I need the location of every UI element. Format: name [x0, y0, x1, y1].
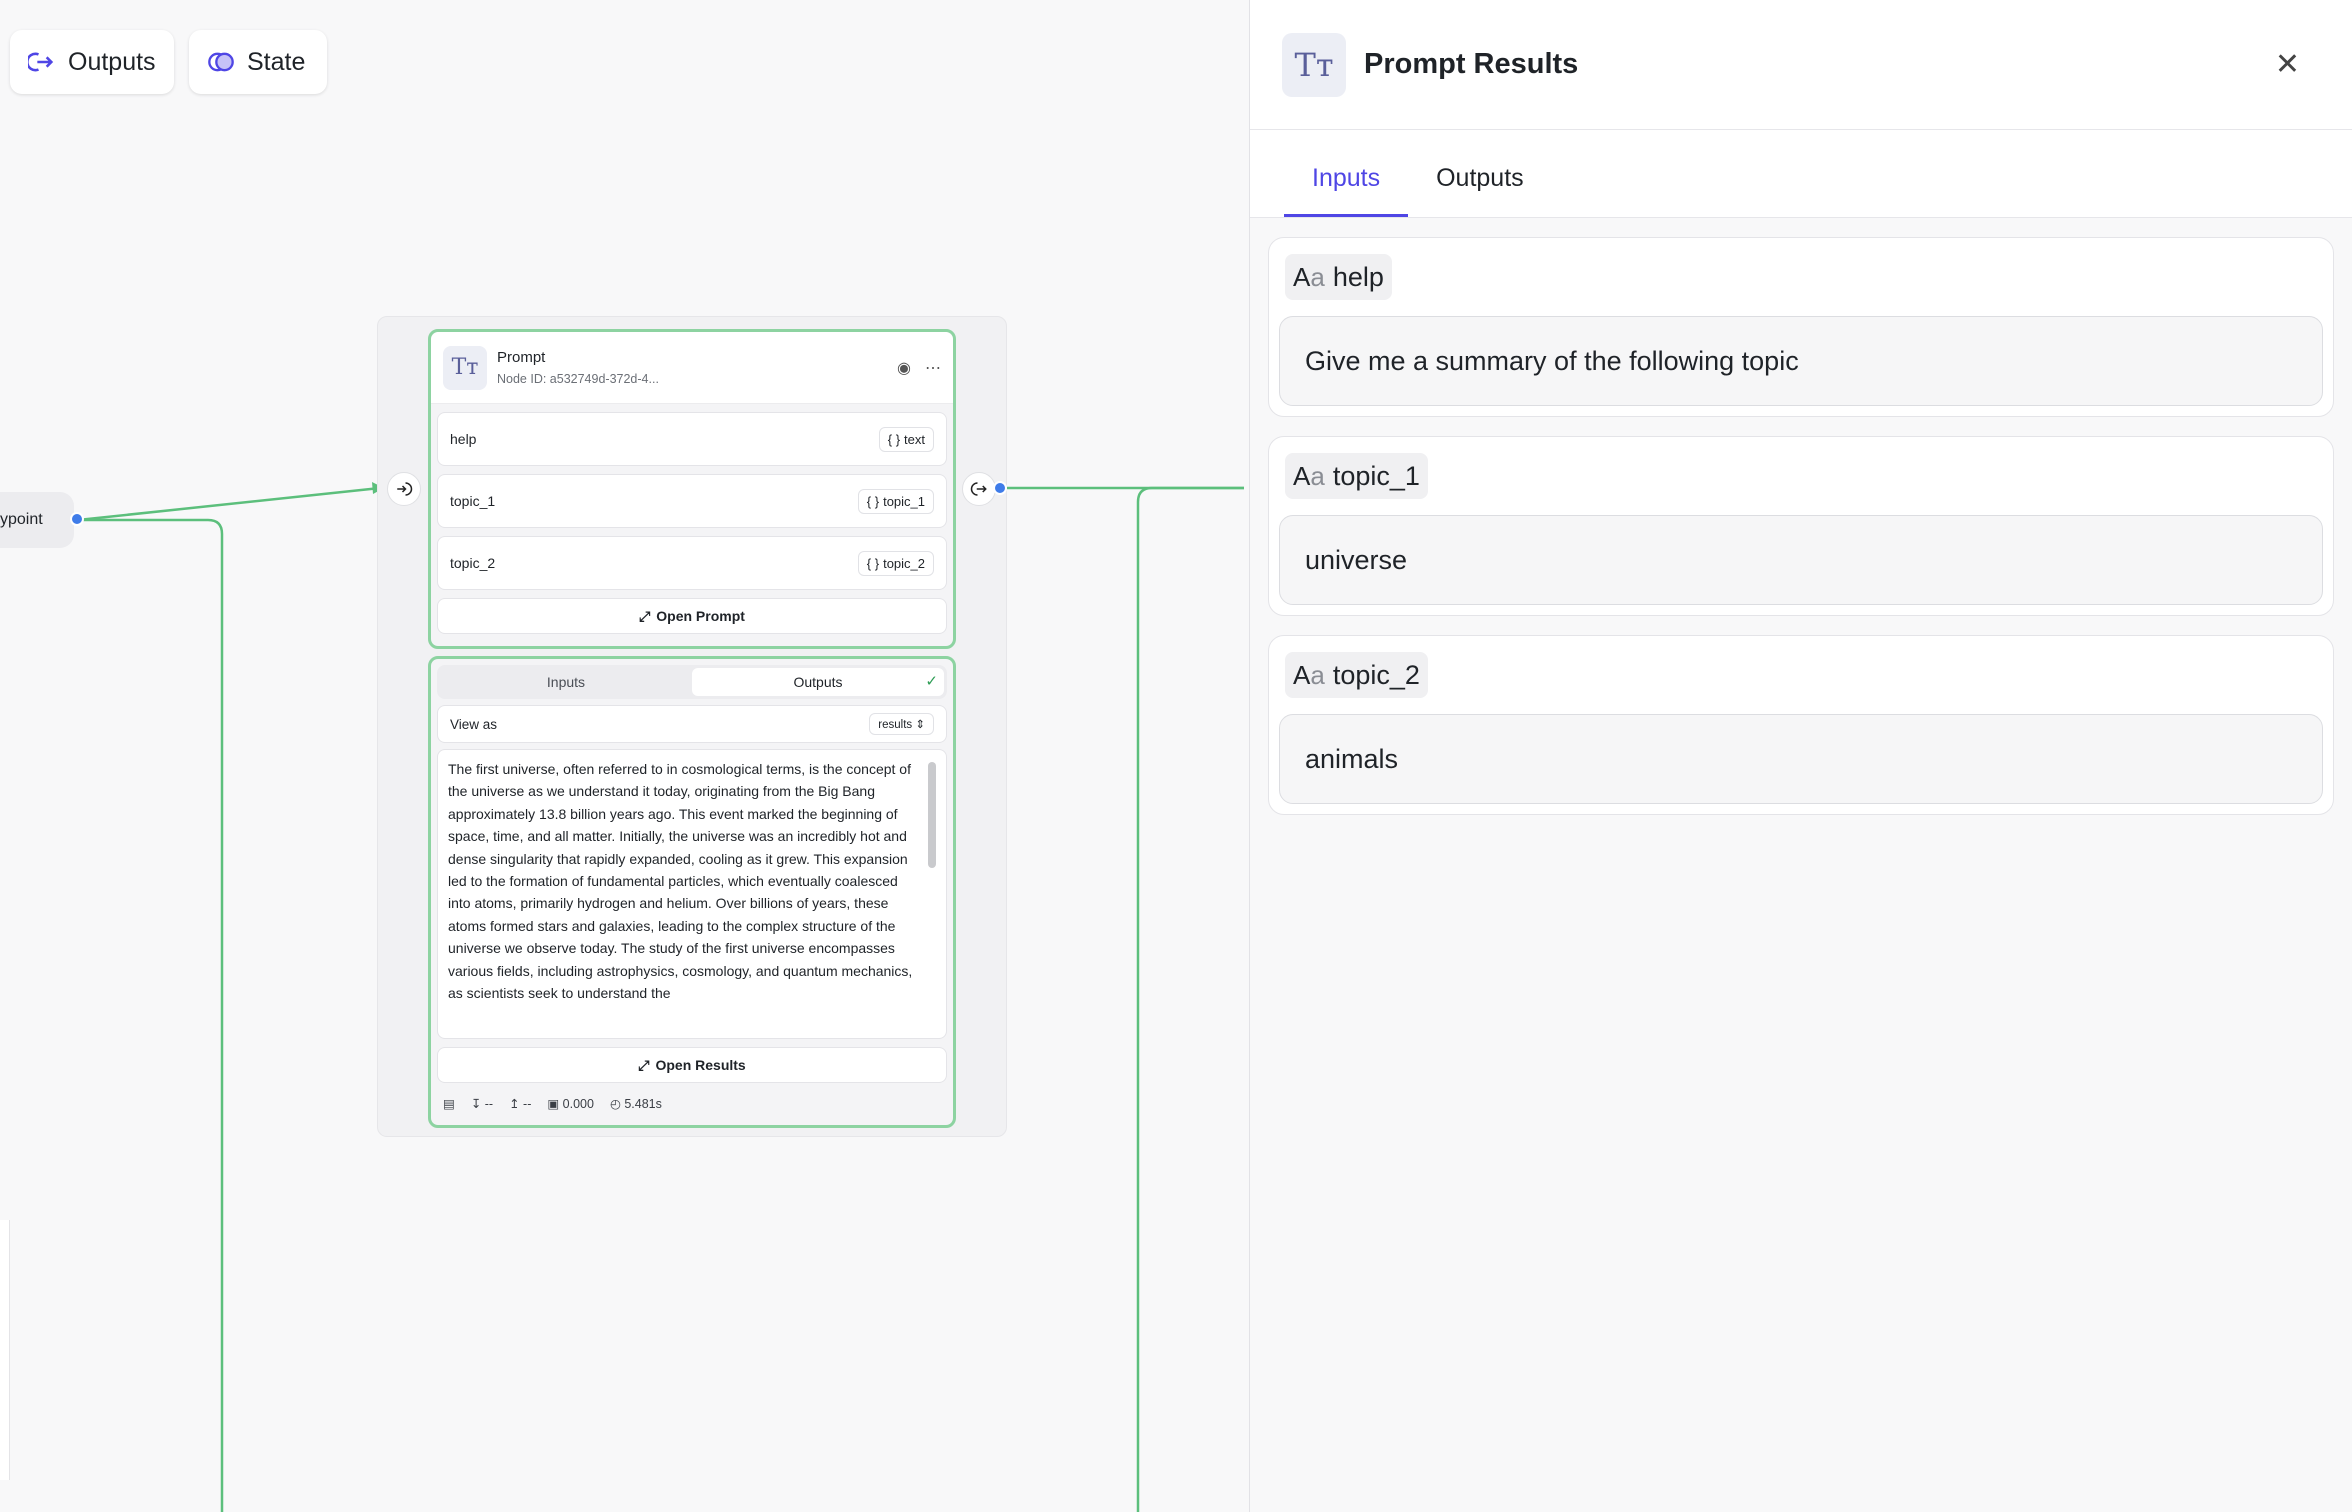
param-name: help [450, 431, 477, 447]
open-results-button[interactable]: ⤢ Open Results [437, 1047, 947, 1083]
enter-icon [397, 482, 413, 496]
result-text-box[interactable]: The first universe, often referred to in… [437, 749, 947, 1039]
field-label: Aa topic_2 [1285, 652, 1428, 698]
input-field-card: Aa help Give me a summary of the followi… [1268, 237, 2334, 417]
prompt-node[interactable]: Tт Prompt Node ID: a532749d-372d-4... ◉ … [428, 329, 956, 649]
expand-icon: ⤢ [638, 1056, 650, 1073]
tokens-out-stat: ↥ -- [509, 1096, 532, 1111]
exit-icon [970, 482, 987, 496]
param-row[interactable]: help { } text [437, 412, 947, 466]
edge-entry-to-prompt [77, 486, 381, 522]
field-label-text: topic_1 [1332, 460, 1420, 491]
arrow-right-circle-icon [28, 52, 54, 72]
outputs-button[interactable]: Outputs [10, 30, 174, 94]
expand-icon: ⤢ [639, 607, 651, 624]
tab-outputs[interactable]: Outputs ✓ [692, 668, 944, 696]
entry-node-label: ypoint [0, 511, 43, 528]
input-port[interactable] [387, 472, 421, 506]
tab-inputs-label: Inputs [546, 674, 586, 690]
panel-header: Tт Prompt Results ✕ [1250, 0, 2352, 130]
check-icon: ✓ [925, 673, 938, 690]
variable-icon: { } [887, 431, 901, 447]
open-prompt-button[interactable]: ⤢ Open Prompt [437, 598, 947, 634]
prompt-node-id: Node ID: a532749d-372d-4... [497, 372, 659, 386]
prompt-node-title: Prompt [497, 349, 546, 366]
tab-outputs[interactable]: Outputs [1408, 164, 1552, 217]
param-name: topic_2 [450, 555, 496, 571]
open-prompt-label: Open Prompt [656, 608, 745, 624]
entry-output-port[interactable] [70, 512, 84, 526]
close-icon[interactable]: ✕ [2275, 47, 2300, 82]
panel-tabs: Inputs Outputs [1250, 130, 2352, 218]
results-node[interactable]: Inputs Outputs ✓ View as results ⇕ The fi… [428, 656, 956, 1128]
tab-inputs[interactable]: Inputs [440, 668, 692, 696]
field-value[interactable]: universe [1279, 515, 2323, 605]
result-text: The first universe, often referred to in… [448, 761, 913, 1002]
param-tag-label: topic_2 [883, 555, 925, 571]
flow-canvas[interactable]: Outputs State ypoint Tт Prompt Node ID: … [0, 0, 1244, 1512]
view-as-value: results [878, 719, 913, 731]
time-stat: ◴ 5.481s [609, 1096, 662, 1111]
param-tag[interactable]: { } topic_1 [857, 488, 934, 514]
param-tag[interactable]: { } text [878, 426, 934, 452]
input-field-card: Aa topic_1 universe [1268, 436, 2334, 616]
input-field-card: Aa topic_2 animals [1268, 635, 2334, 815]
field-label: Aa help [1285, 254, 1392, 300]
stats-bar: ▤ ↧ -- ↥ -- ▣ 0.000 ◴ 5.481s [431, 1083, 953, 1123]
collapsed-side-panel [0, 1220, 10, 1480]
prompt-node-header: Tт Prompt Node ID: a532749d-372d-4... ◉ … [431, 332, 953, 404]
view-as-label: View as [450, 716, 498, 732]
edge-entry-down [78, 518, 224, 1512]
text-field-icon: Aa [1293, 460, 1325, 491]
results-tabs: Inputs Outputs ✓ [437, 665, 947, 699]
field-label-text: help [1332, 261, 1384, 292]
field-label-text: topic_2 [1332, 659, 1420, 690]
tab-outputs-label: Outputs [793, 674, 843, 690]
view-as-row: View as results ⇕ [437, 705, 947, 743]
play-icon[interactable]: ◉ [897, 358, 911, 378]
cost-value: 0.000 [562, 1096, 594, 1111]
entry-node[interactable]: ypoint [0, 492, 74, 548]
param-row[interactable]: topic_1 { } topic_1 [437, 474, 947, 528]
state-button[interactable]: State [189, 30, 327, 94]
edge-branch-down [1136, 486, 1244, 1512]
output-port[interactable] [962, 472, 996, 506]
results-panel: Tт Prompt Results ✕ Inputs Outputs Aa he… [1249, 0, 2352, 1512]
field-value[interactable]: Give me a summary of the following topic [1279, 316, 2323, 406]
variable-icon: { } [866, 493, 880, 509]
text-field-icon: Aa [1293, 261, 1325, 292]
tab-inputs[interactable]: Inputs [1284, 164, 1409, 217]
panel-title: Prompt Results [1364, 48, 1579, 80]
tokens-in-value: -- [484, 1096, 494, 1111]
text-field-icon: Aa [1293, 659, 1325, 690]
state-button-label: State [247, 47, 306, 76]
overlap-circles-icon [208, 52, 234, 72]
text-type-icon: Tт [443, 345, 487, 390]
time-value: 5.481s [624, 1096, 662, 1111]
param-tag-label: text [904, 431, 925, 447]
param-row[interactable]: topic_2 { } topic_2 [437, 536, 947, 590]
field-value[interactable]: animals [1279, 714, 2323, 804]
text-type-icon: Tт [1282, 32, 1346, 97]
log-icon: ▤ [443, 1096, 455, 1111]
output-port-dot[interactable] [993, 481, 1007, 495]
open-results-label: Open Results [655, 1057, 746, 1073]
view-as-select[interactable]: results ⇕ [869, 713, 934, 735]
variable-icon: { } [866, 555, 880, 571]
param-tag[interactable]: { } topic_2 [857, 550, 934, 576]
cost-stat: ▣ 0.000 [547, 1096, 594, 1111]
param-tag-label: topic_1 [883, 493, 925, 509]
outputs-button-label: Outputs [68, 47, 156, 76]
scrollbar[interactable] [928, 762, 936, 868]
param-name: topic_1 [450, 493, 496, 509]
tokens-in-stat: ↧ -- [470, 1096, 494, 1111]
field-label: Aa topic_1 [1285, 453, 1428, 499]
tokens-out-value: -- [523, 1096, 532, 1111]
more-icon[interactable]: ⋯ [925, 358, 941, 378]
